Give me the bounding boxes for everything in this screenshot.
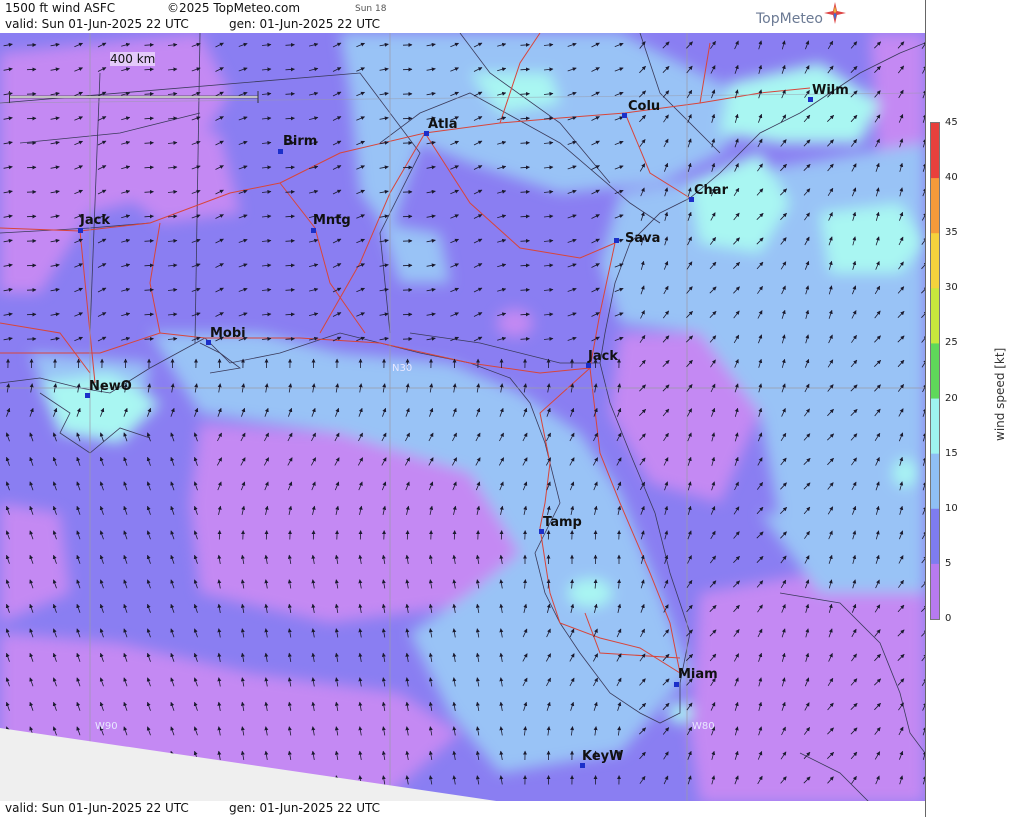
- city-label: Colu: [628, 99, 661, 114]
- city-marker[interactable]: [278, 149, 283, 154]
- scale-bar: [9, 91, 259, 103]
- city-label: Birm: [283, 134, 318, 149]
- colorbar-tick-label: 5: [945, 557, 952, 569]
- run-tag: Sun 18: [355, 4, 387, 14]
- city-marker[interactable]: [78, 228, 83, 233]
- colorbar-tick-label: 30: [945, 282, 958, 294]
- colorbar-segment: [931, 398, 939, 455]
- footer-generated-time: gen: 01-Jun-2025 22 UTC: [229, 801, 381, 815]
- grid-label-w90: W90: [95, 721, 118, 732]
- city-label: Jack: [588, 349, 618, 364]
- city-label: Wilm: [812, 83, 849, 98]
- city-label: Sava: [625, 231, 661, 246]
- colorbar-tick-label: 20: [945, 392, 958, 404]
- grid-label-n30: N30: [392, 363, 413, 374]
- generated-time: gen: 01-Jun-2025 22 UTC: [229, 17, 381, 31]
- colorbar-tick-label: 10: [945, 502, 958, 514]
- city-marker[interactable]: [614, 238, 619, 243]
- city-label: KeyW: [582, 749, 624, 764]
- colorbar-tick-label: 25: [945, 337, 958, 349]
- footer-valid-time: valid: Sun 01-Jun-2025 22 UTC: [5, 801, 189, 815]
- map-title: 1500 ft wind ASFC: [5, 1, 116, 15]
- map-header: 1500 ft wind ASFC ©2025 TopMeteo.com Sun…: [0, 0, 925, 33]
- city-label: Miam: [678, 667, 718, 682]
- compass-star-icon: [824, 2, 846, 24]
- city-label: Mobi: [210, 326, 246, 341]
- map-footer: valid: Sun 01-Jun-2025 22 UTC gen: 01-Ju…: [0, 801, 925, 817]
- city-label: Char: [694, 183, 728, 198]
- colorbar-tick-label: 35: [945, 227, 958, 239]
- city-marker[interactable]: [622, 113, 627, 118]
- colorbar-tick-label: 0: [945, 612, 952, 624]
- wind-map[interactable]: 400 km N30 W90 W80 Jack Birm Atla Colu Wilm C…: [0, 33, 925, 803]
- scale-label: 400 km: [110, 52, 156, 66]
- colorbar-title: wind speed [kt]: [993, 347, 1007, 441]
- colorbar: [930, 122, 940, 620]
- city-label: Tamp: [543, 515, 582, 530]
- wind-field: [0, 33, 925, 803]
- city-label: Mntg: [313, 213, 351, 228]
- colorbar-segment: [931, 563, 939, 619]
- city-label: Atla: [428, 117, 458, 132]
- colorbar-segment: [931, 288, 939, 344]
- colorbar-segment: [931, 508, 939, 565]
- grid-label-w80: W80: [692, 721, 715, 732]
- colorbar-tick-label: 45: [945, 117, 958, 128]
- city-marker[interactable]: [311, 228, 316, 233]
- valid-time: valid: Sun 01-Jun-2025 22 UTC: [5, 17, 189, 31]
- colorbar-tick-label: 15: [945, 447, 958, 459]
- city-label: Jack: [80, 213, 110, 228]
- city-label: NewO: [89, 379, 132, 394]
- topmeteo-logo: TopMeteo: [756, 2, 846, 27]
- colorbar-segment: [931, 233, 939, 289]
- colorbar-segment: [931, 178, 939, 234]
- colorbar-segment: [931, 343, 939, 400]
- colorbar-segment: [931, 453, 939, 510]
- copyright-text: ©2025 TopMeteo.com: [167, 1, 301, 15]
- city-marker[interactable]: [674, 682, 679, 687]
- colorbar-segment: [931, 123, 939, 179]
- colorbar-tick-label: 40: [945, 172, 958, 184]
